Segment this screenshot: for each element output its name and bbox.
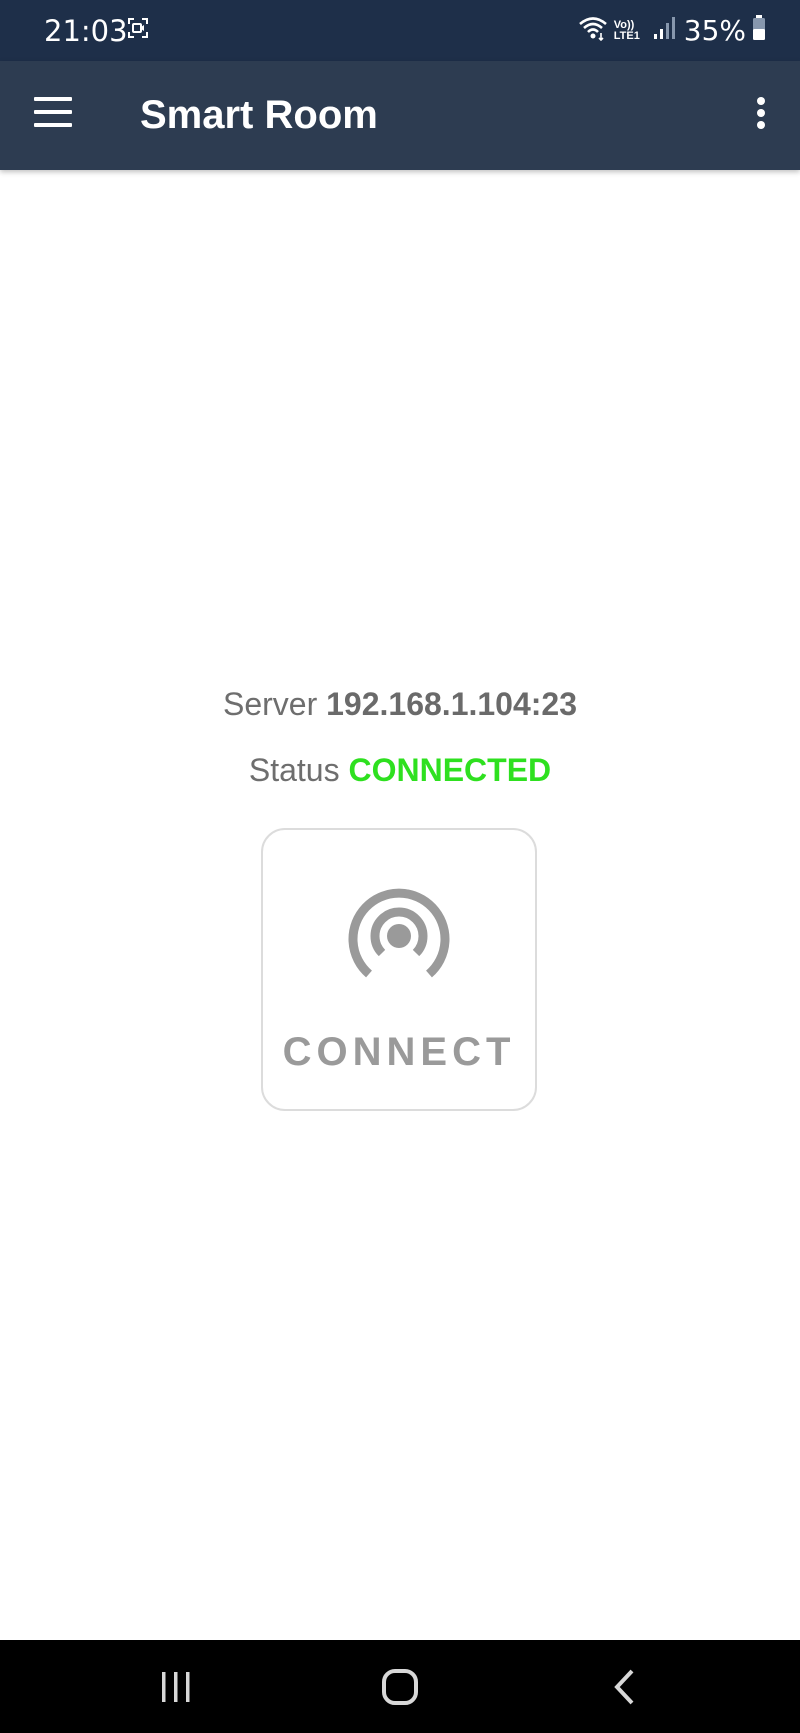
back-icon[interactable]	[612, 1668, 636, 1711]
recents-icon[interactable]	[158, 1670, 194, 1709]
status-value: CONNECTED	[348, 752, 552, 788]
server-info: Server 192.168.1.104:23	[0, 686, 800, 723]
status-label: Status	[248, 752, 340, 788]
battery-percent: 35%	[683, 14, 746, 47]
signal-icon	[652, 16, 676, 45]
connection-status: Status CONNECTED	[0, 752, 800, 789]
broadcast-icon	[337, 882, 461, 999]
connect-label: CONNECT	[282, 1030, 516, 1074]
network-type-label: Vo)) LTE1	[613, 18, 640, 42]
home-icon[interactable]	[381, 1668, 419, 1711]
screen-record-icon	[127, 17, 149, 44]
app-bar: Smart Room	[0, 61, 800, 170]
wifi-icon	[578, 15, 608, 46]
menu-icon[interactable]	[34, 97, 74, 131]
status-time: 21:03	[44, 14, 128, 48]
navigation-bar	[0, 1640, 800, 1733]
app-title: Smart Room	[140, 93, 378, 137]
status-indicators: Vo)) LTE1 35%	[578, 14, 766, 47]
more-vert-icon[interactable]	[754, 97, 768, 133]
battery-icon	[752, 15, 766, 46]
server-label: Server	[222, 686, 318, 722]
status-bar: 21:03 Vo)) LTE1 35%	[0, 0, 800, 61]
server-address: 192.168.1.104:23	[326, 686, 578, 722]
connect-button[interactable]: CONNECT	[261, 828, 537, 1111]
